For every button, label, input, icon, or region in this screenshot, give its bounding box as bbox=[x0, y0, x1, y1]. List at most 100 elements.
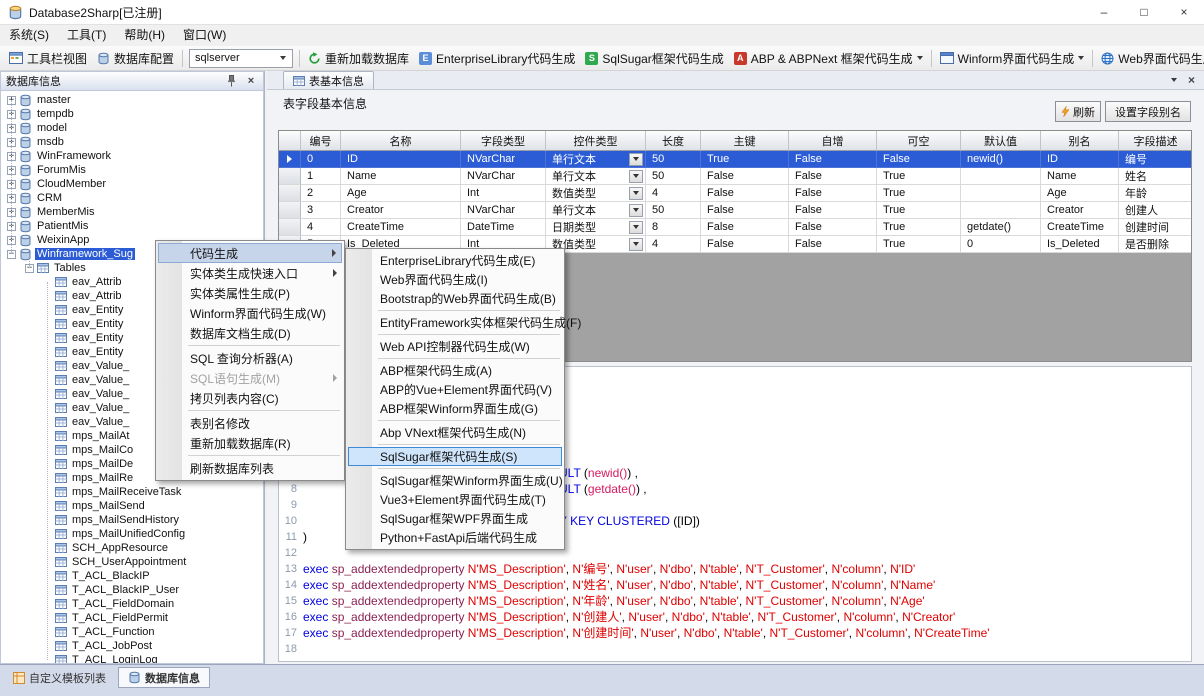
grid-cell[interactable]: True bbox=[877, 202, 961, 219]
grid-cell[interactable]: False bbox=[701, 202, 789, 219]
grid-cell[interactable]: False bbox=[701, 185, 789, 202]
tree-item-WinFramework[interactable]: +WinFramework bbox=[1, 149, 263, 163]
menu-item-abp-codegen[interactable]: ABP框架代码生成(A) bbox=[348, 361, 562, 380]
grid-cell[interactable]: Name bbox=[1041, 168, 1119, 185]
menu-item-webapi-codegen[interactable]: Web API控制器代码生成(W) bbox=[348, 337, 562, 356]
grid-cell[interactable]: False bbox=[789, 219, 877, 236]
row-header[interactable] bbox=[279, 202, 301, 219]
grid-cell[interactable]: False bbox=[701, 219, 789, 236]
menu-window[interactable]: 窗口(W) bbox=[174, 25, 235, 46]
menu-item-entity-quick-entry[interactable]: 实体类生成快速入口 bbox=[158, 263, 342, 283]
column-header-自增[interactable]: 自增 bbox=[789, 131, 877, 151]
grid-cell[interactable]: False bbox=[701, 236, 789, 253]
grid-cell[interactable]: 2 bbox=[301, 185, 341, 202]
menu-help[interactable]: 帮助(H) bbox=[115, 25, 174, 46]
grid-cell[interactable]: ID bbox=[341, 151, 461, 168]
grid-cell[interactable]: 50 bbox=[646, 151, 701, 168]
grid-cell[interactable] bbox=[961, 202, 1041, 219]
row-header[interactable] bbox=[279, 185, 301, 202]
grid-cell[interactable]: 年龄 bbox=[1119, 185, 1192, 202]
tree-item-ForumMis[interactable]: +ForumMis bbox=[1, 163, 263, 177]
menu-item-python-fastapi[interactable]: Python+FastApi后端代码生成 bbox=[348, 528, 562, 547]
grid-cell[interactable]: 50 bbox=[646, 202, 701, 219]
menu-item-refresh-db-list[interactable]: 刷新数据库列表 bbox=[158, 458, 342, 478]
tree-item-master[interactable]: +master bbox=[1, 93, 263, 107]
grid-cell[interactable]: NVarChar bbox=[461, 202, 546, 219]
column-header-字段类型[interactable]: 字段类型 bbox=[461, 131, 546, 151]
menu-item-enterpriselibrary-codegen[interactable]: EnterpriseLibrary代码生成(E) bbox=[348, 251, 562, 270]
grid-cell[interactable]: Creator bbox=[1041, 202, 1119, 219]
grid-cell[interactable] bbox=[961, 185, 1041, 202]
menu-item-abp-winform[interactable]: ABP框架Winform界面生成(G) bbox=[348, 399, 562, 418]
enterpriselibrary-codegen-button[interactable]: EEnterpriseLibrary代码生成 bbox=[414, 48, 580, 69]
menu-item-abp-vnext-codegen[interactable]: Abp VNext框架代码生成(N) bbox=[348, 423, 562, 442]
grid-cell[interactable]: False bbox=[701, 168, 789, 185]
menu-item-code-generation[interactable]: 代码生成 bbox=[158, 243, 342, 263]
dock-tab-database-info[interactable]: 数据库信息 bbox=[118, 667, 210, 688]
tree-item-CloudMember[interactable]: +CloudMember bbox=[1, 177, 263, 191]
column-header-名称[interactable]: 名称 bbox=[341, 131, 461, 151]
grid-cell[interactable] bbox=[961, 168, 1041, 185]
menu-item-copy-list[interactable]: 拷贝列表内容(C) bbox=[158, 388, 342, 408]
grid-cell[interactable]: 编号 bbox=[1119, 151, 1192, 168]
grid-cell[interactable]: 50 bbox=[646, 168, 701, 185]
database-type-combo[interactable]: sqlserver bbox=[189, 49, 293, 68]
combo-dropdown-icon[interactable] bbox=[275, 51, 290, 66]
menu-item-table-alias-edit[interactable]: 表别名修改 bbox=[158, 413, 342, 433]
menu-item-sql-analyzer[interactable]: SQL 查询分析器(A) bbox=[158, 348, 342, 368]
column-header-字段描述[interactable]: 字段描述 bbox=[1119, 131, 1192, 151]
grid-cell[interactable]: DateTime bbox=[461, 219, 546, 236]
tree-item-SCH_UserAppointment[interactable]: SCH_UserAppointment bbox=[1, 555, 263, 569]
grid-cell[interactable]: 8 bbox=[646, 219, 701, 236]
sqlsugar-codegen-button[interactable]: SSqlSugar框架代码生成 bbox=[580, 48, 728, 69]
grid-cell[interactable]: 4 bbox=[301, 219, 341, 236]
menu-tools[interactable]: 工具(T) bbox=[58, 25, 115, 46]
grid-cell[interactable]: 创建时间 bbox=[1119, 219, 1192, 236]
tree-item-T_ACL_JobPost[interactable]: T_ACL_JobPost bbox=[1, 639, 263, 653]
menu-item-sqlsugar-codegen[interactable]: SqlSugar框架代码生成(S) bbox=[348, 447, 562, 466]
tree-item-msdb[interactable]: +msdb bbox=[1, 135, 263, 149]
menu-system[interactable]: 系统(S) bbox=[0, 25, 58, 46]
grid-cell[interactable]: ID bbox=[1041, 151, 1119, 168]
tree-item-T_ACL_FieldDomain[interactable]: T_ACL_FieldDomain bbox=[1, 597, 263, 611]
table-row[interactable]: 4CreateTimeDateTime日期类型8FalseFalseTruege… bbox=[279, 219, 1191, 236]
grid-cell[interactable]: 是否删除 bbox=[1119, 236, 1192, 253]
maximize-button[interactable]: □ bbox=[1124, 0, 1164, 24]
menu-item-vue3-element[interactable]: Vue3+Element界面代码生成(T) bbox=[348, 490, 562, 509]
tree-item-T_ACL_LoginLog[interactable]: T_ACL_LoginLog bbox=[1, 653, 263, 664]
menu-item-reload-database[interactable]: 重新加载数据库(R) bbox=[158, 433, 342, 453]
table-row[interactable]: 0IDNVarChar单行文本50TrueFalseFalsenewid()ID… bbox=[279, 151, 1191, 168]
grid-cell[interactable]: False bbox=[789, 168, 877, 185]
minimize-button[interactable]: – bbox=[1084, 0, 1124, 24]
grid-cell[interactable]: CreateTime bbox=[341, 219, 461, 236]
table-row[interactable]: 2AgeInt数值类型4FalseFalseTrueAge年龄 bbox=[279, 185, 1191, 202]
tree-item-T_ACL_BlackIP[interactable]: T_ACL_BlackIP bbox=[1, 569, 263, 583]
grid-cell[interactable]: 姓名 bbox=[1119, 168, 1192, 185]
column-header-可空[interactable]: 可空 bbox=[877, 131, 961, 151]
grid-cell[interactable]: False bbox=[789, 236, 877, 253]
column-header-编号[interactable]: 编号 bbox=[301, 131, 341, 151]
column-header-别名[interactable]: 别名 bbox=[1041, 131, 1119, 151]
tree-item-SCH_AppResource[interactable]: SCH_AppResource bbox=[1, 541, 263, 555]
grid-cell[interactable]: True bbox=[877, 185, 961, 202]
chevron-down-icon[interactable] bbox=[1078, 56, 1084, 60]
grid-cell[interactable]: NVarChar bbox=[461, 151, 546, 168]
row-header[interactable] bbox=[279, 151, 301, 168]
winform-ui-codegen-button[interactable]: Winform界面代码生成 bbox=[935, 48, 1090, 69]
grid-cell[interactable]: 4 bbox=[646, 236, 701, 253]
grid-cell[interactable]: Int bbox=[461, 185, 546, 202]
grid-cell[interactable]: 创建人 bbox=[1119, 202, 1192, 219]
chevron-down-icon[interactable] bbox=[917, 56, 923, 60]
grid-cell[interactable]: Creator bbox=[341, 202, 461, 219]
menu-item-web-ui-codegen[interactable]: Web界面代码生成(I) bbox=[348, 270, 562, 289]
grid-cell[interactable]: False bbox=[789, 185, 877, 202]
combobox-dropdown-icon[interactable] bbox=[629, 153, 643, 166]
grid-cell[interactable]: True bbox=[877, 168, 961, 185]
column-header-主键[interactable]: 主键 bbox=[701, 131, 789, 151]
grid-cell[interactable]: CreateTime bbox=[1041, 219, 1119, 236]
row-header[interactable] bbox=[279, 219, 301, 236]
web-ui-codegen-button[interactable]: Web界面代码生成 bbox=[1096, 48, 1204, 69]
grid-cell[interactable]: 单行文本 bbox=[546, 151, 646, 168]
grid-cell[interactable]: 数值类型 bbox=[546, 185, 646, 202]
grid-cell[interactable]: False bbox=[877, 151, 961, 168]
